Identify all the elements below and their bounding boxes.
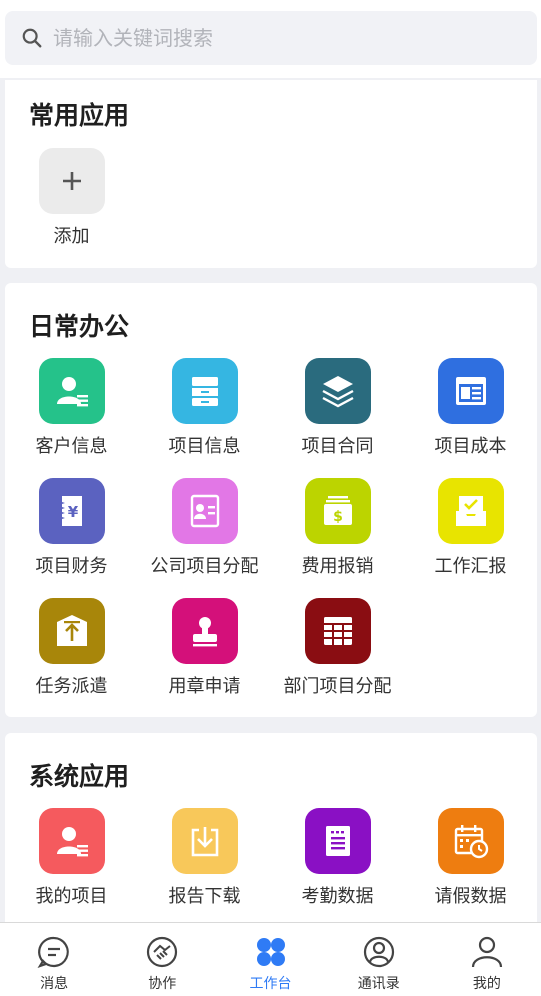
calendar-clock-icon <box>437 808 504 874</box>
common-apps-title: 常用应用 <box>29 101 130 130</box>
contacts-icon <box>363 936 394 968</box>
tab-label: 工作台 <box>249 976 292 992</box>
download-icon <box>171 808 238 874</box>
handshake-icon <box>147 936 178 968</box>
tab-profile[interactable]: 我的 <box>433 923 541 996</box>
app-work-report[interactable]: 工作汇报 <box>404 478 537 578</box>
daily-office-card: 日常办公 客户信息 项目信息 项目合同 项目成本 ¥ 项目财务 公司项目分配 $… <box>5 283 537 717</box>
app-label: 报告下载 <box>168 886 241 907</box>
app-label: 费用报销 <box>301 556 374 577</box>
app-label: 部门项目分配 <box>283 676 392 697</box>
app-label: 公司项目分配 <box>150 556 259 577</box>
app-seal-application[interactable]: 用章申请 <box>138 598 271 698</box>
search-bar <box>0 0 541 78</box>
add-app-button[interactable]: 添加 <box>5 148 138 248</box>
grid-table-icon <box>304 598 371 664</box>
profile-icon <box>471 936 503 968</box>
app-label: 项目信息 <box>168 436 241 457</box>
app-company-project-allocation[interactable]: 公司项目分配 <box>138 478 271 578</box>
search-icon <box>22 28 42 48</box>
app-label: 项目合同 <box>301 436 374 457</box>
workbench-icon <box>256 938 285 966</box>
common-apps-card: 常用应用 添加 <box>5 80 537 268</box>
app-label: 我的项目 <box>35 886 108 907</box>
app-label: 任务派遣 <box>35 676 108 697</box>
app-label: 工作汇报 <box>434 556 507 577</box>
search-box[interactable] <box>5 11 537 65</box>
user-project-icon <box>38 808 105 874</box>
yen-receipt-icon: ¥ <box>38 478 105 544</box>
tab-label: 协作 <box>148 976 177 992</box>
tab-workbench[interactable]: 工作台 <box>216 923 324 996</box>
layers-icon <box>304 358 371 424</box>
document-icon <box>304 808 371 874</box>
system-apps-card: 系统应用 我的项目 报告下载 考勤数据 请假数据 <box>5 733 537 933</box>
svg-text:$: $ <box>333 509 343 525</box>
app-label: 项目成本 <box>434 436 507 457</box>
add-icon <box>38 148 105 214</box>
tab-label: 我的 <box>472 976 501 992</box>
daily-office-title: 日常办公 <box>29 312 130 341</box>
app-report-download[interactable]: 报告下载 <box>138 808 271 908</box>
tab-label: 通讯录 <box>357 976 400 992</box>
bottom-tab-bar: 消息 协作 工作台 通讯录 我的 <box>0 922 541 996</box>
message-icon <box>37 936 69 968</box>
app-leave-data[interactable]: 请假数据 <box>404 808 537 908</box>
browser-icon <box>437 358 504 424</box>
app-task-dispatch[interactable]: 任务派遣 <box>5 598 138 698</box>
app-attendance-data[interactable]: 考勤数据 <box>271 808 404 908</box>
app-project-cost[interactable]: 项目成本 <box>404 358 537 458</box>
app-customer-info[interactable]: 客户信息 <box>5 358 138 458</box>
money-stack-icon: $ <box>304 478 371 544</box>
app-project-contract[interactable]: 项目合同 <box>271 358 404 458</box>
tab-messages[interactable]: 消息 <box>0 923 108 996</box>
app-label: 项目财务 <box>35 556 108 577</box>
tab-label: 消息 <box>40 976 69 992</box>
stamp-icon <box>171 598 238 664</box>
app-label: 用章申请 <box>168 676 241 697</box>
system-apps-title: 系统应用 <box>29 762 130 791</box>
app-label: 请假数据 <box>434 886 507 907</box>
app-label: 客户信息 <box>35 436 108 457</box>
app-my-projects[interactable]: 我的项目 <box>5 808 138 908</box>
app-label: 考勤数据 <box>301 886 374 907</box>
box-upload-icon <box>38 598 105 664</box>
svg-text:¥: ¥ <box>67 503 78 521</box>
app-project-info[interactable]: 项目信息 <box>138 358 271 458</box>
contact-card-icon <box>171 478 238 544</box>
add-app-label: 添加 <box>53 226 90 247</box>
app-expense-reimbursement[interactable]: $ 费用报销 <box>271 478 404 578</box>
customer-icon <box>38 358 105 424</box>
tab-contacts[interactable]: 通讯录 <box>325 923 433 996</box>
app-project-finance[interactable]: ¥ 项目财务 <box>5 478 138 578</box>
archive-icon <box>171 358 238 424</box>
inbox-check-icon <box>437 478 504 544</box>
app-department-project-allocation[interactable]: 部门项目分配 <box>271 598 404 698</box>
search-input[interactable] <box>53 26 513 50</box>
tab-collaboration[interactable]: 协作 <box>108 923 216 996</box>
